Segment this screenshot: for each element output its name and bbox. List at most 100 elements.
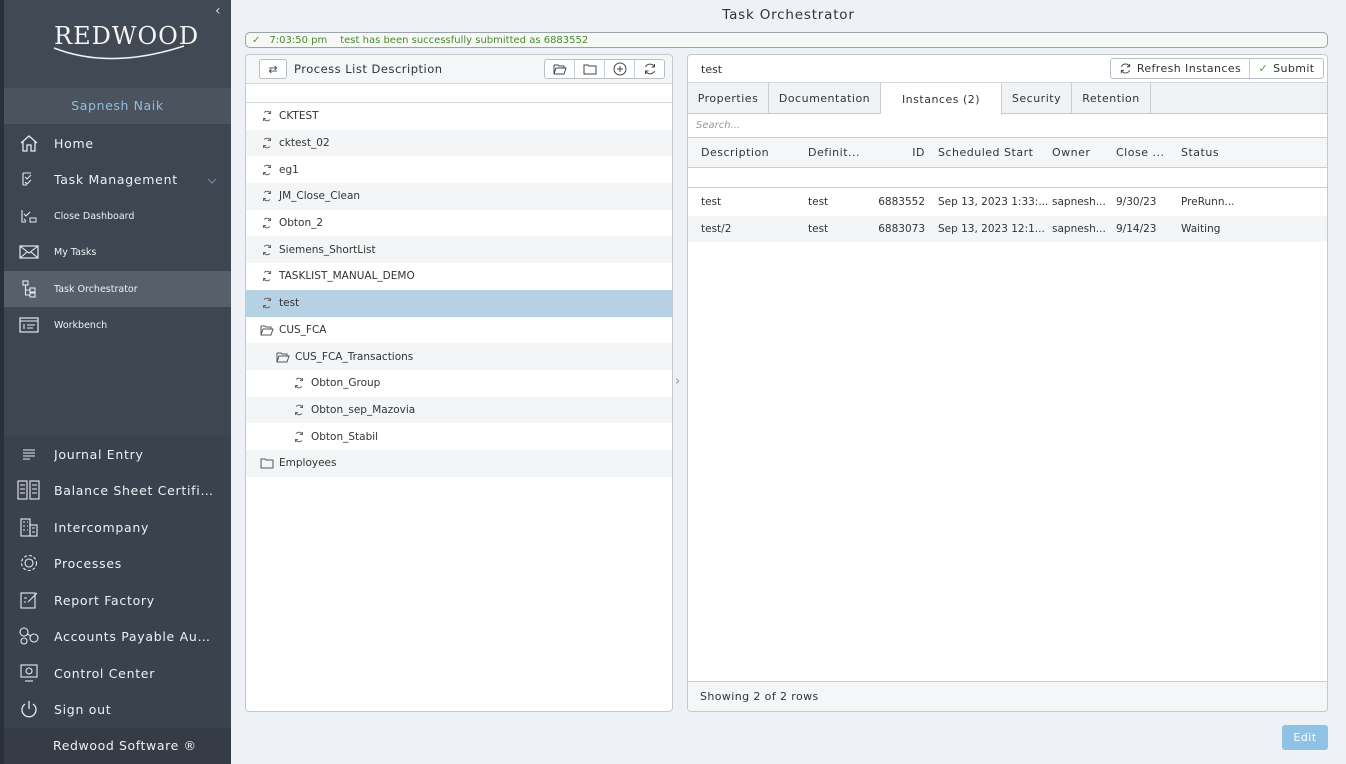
success-notification: ✓ 7:03:50 pm test has been successfully …: [245, 32, 1328, 48]
nav-balance-sheet[interactable]: Balance Sheet Certificati: [4, 472, 231, 508]
process-list-toolbar: ⇄ Process List Description: [246, 55, 672, 84]
tree-item[interactable]: Obton_sep_Mazovia: [246, 396, 672, 424]
process-list-panel: ⇄ Process List Description CKTEST cktest_…: [245, 54, 673, 712]
folder-open-icon: [553, 64, 567, 75]
nav-sign-out-label: Sign out: [54, 701, 112, 717]
detail-title: test: [701, 63, 723, 76]
tree-item-label: CUS_FCA_Transactions: [295, 350, 414, 363]
tree-item[interactable]: CKTEST: [246, 103, 672, 130]
nav-balance-sheet-label: Balance Sheet Certificati: [54, 482, 214, 498]
process-tree: CKTEST cktest_02 eg1 JM_Close_Clean Obton_2 S…: [246, 102, 672, 477]
close-dashboard-icon: [4, 208, 54, 224]
gear-icon: [4, 553, 54, 573]
instances-search-input[interactable]: [696, 120, 1296, 131]
add-button[interactable]: [605, 60, 635, 78]
tree-item[interactable]: Employees: [246, 449, 672, 477]
tree-item-label: TASKLIST_MANUAL_DEMO: [279, 270, 415, 283]
refresh-instances-button[interactable]: Refresh Instances: [1111, 59, 1250, 78]
folder-open-icon: [276, 351, 290, 363]
workbench-icon: [4, 317, 54, 333]
tree-item-label: eg1: [279, 163, 299, 176]
col-definition[interactable]: Definit...: [808, 138, 868, 167]
open-folder-button[interactable]: [545, 60, 575, 78]
buildings-icon: [4, 517, 54, 537]
tree-item[interactable]: CUS_FCA: [246, 317, 672, 344]
nav-task-management[interactable]: Task Management: [4, 161, 231, 197]
user-name[interactable]: Sapnesh Naik: [4, 88, 231, 124]
tree-item[interactable]: Siemens_ShortList: [246, 236, 672, 264]
tab-properties[interactable]: Properties: [688, 83, 769, 114]
col-status[interactable]: Status: [1181, 138, 1251, 167]
logo-swoosh-icon: [53, 45, 185, 60]
nav-journal-entry[interactable]: Journal Entry: [4, 436, 231, 472]
table-row[interactable]: test test 6883552 Sep 13, 2023 1:33:... …: [688, 189, 1327, 216]
col-owner[interactable]: Owner: [1052, 138, 1112, 167]
table-row[interactable]: test/2 test 6883073 Sep 13, 2023 12:1...…: [688, 215, 1327, 242]
submit-label: Submit: [1273, 62, 1315, 75]
folder-icon: [260, 457, 274, 469]
nav-my-tasks[interactable]: My Tasks: [4, 234, 231, 270]
control-center-icon: [4, 664, 54, 682]
nav-control-center[interactable]: Control Center: [4, 655, 231, 691]
nav-sign-out[interactable]: Sign out: [4, 691, 231, 727]
report-edit-icon: [4, 590, 54, 610]
col-description[interactable]: Description: [701, 138, 801, 167]
nav-accounts-payable[interactable]: Accounts Payable Autom...: [4, 618, 231, 654]
tree-item-label: test: [279, 297, 300, 310]
nav-workbench[interactable]: Workbench: [4, 307, 231, 343]
tree-item[interactable]: CUS_FCA_Transactions: [246, 343, 672, 370]
nav-close-dashboard[interactable]: Close Dashboard: [4, 198, 231, 234]
refresh-tree-button[interactable]: [635, 60, 664, 78]
nav-processes[interactable]: Processes: [4, 545, 231, 581]
tree-item-label: cktest_02: [279, 137, 330, 150]
tab-documentation[interactable]: Documentation: [769, 83, 881, 114]
collapse-sidebar-icon[interactable]: ‹: [215, 3, 221, 19]
cell-close: 9/30/23: [1116, 196, 1157, 209]
sidebar-footer: Redwood Software ®: [4, 728, 231, 764]
task-checklist-icon: [4, 171, 54, 187]
tree-item[interactable]: cktest_02: [246, 129, 672, 157]
envelope-icon: [4, 245, 54, 259]
tree-item[interactable]: test: [246, 289, 672, 317]
tree-item-label: Obton_2: [279, 217, 324, 230]
process-cycle-icon: [260, 190, 274, 202]
col-scheduled-start[interactable]: Scheduled Start: [938, 138, 1048, 167]
col-close[interactable]: Close ...: [1116, 138, 1176, 167]
refresh-icon: [1119, 62, 1132, 75]
cell-scheduled-start: Sep 13, 2023 12:1...: [938, 222, 1045, 235]
tree-item[interactable]: TASKLIST_MANUAL_DEMO: [246, 263, 672, 290]
nav-home-label: Home: [54, 135, 94, 151]
nav-task-orchestrator[interactable]: Task Orchestrator: [4, 271, 231, 307]
tab-retention[interactable]: Retention: [1072, 83, 1151, 114]
tree-item-label: JM_Close_Clean: [279, 190, 361, 203]
tab-instances[interactable]: Instances (2): [881, 83, 1002, 115]
nav-report-factory[interactable]: Report Factory: [4, 582, 231, 618]
tree-item[interactable]: Obton_Group: [246, 370, 672, 397]
nav-control-center-label: Control Center: [54, 665, 156, 681]
chevron-down-icon[interactable]: [207, 174, 217, 187]
nav-workbench-label: Workbench: [54, 319, 108, 331]
panel-splitter-chevron-icon[interactable]: ›: [675, 374, 680, 389]
tree-item-label: CUS_FCA: [279, 323, 327, 336]
sort-toggle-button[interactable]: ⇄: [259, 59, 287, 79]
swap-arrows-icon: ⇄: [268, 62, 278, 76]
nav-report-factory-label: Report Factory: [54, 592, 155, 608]
process-cycle-icon: [260, 164, 274, 176]
new-folder-button[interactable]: [575, 60, 605, 78]
tab-security[interactable]: Security: [1002, 83, 1072, 114]
tree-item[interactable]: Obton_Stabil: [246, 423, 672, 450]
submit-button[interactable]: ✓ Submit: [1250, 59, 1323, 78]
nav-processes-label: Processes: [54, 555, 122, 571]
tree-item[interactable]: eg1: [246, 156, 672, 183]
col-id[interactable]: ID: [878, 138, 925, 167]
balance-sheet-icon: [4, 480, 54, 500]
tree-item[interactable]: Obton_2: [246, 210, 672, 237]
main-area: Task Orchestrator ✓ 7:03:50 pm test has …: [231, 0, 1346, 764]
nav-intercompany[interactable]: Intercompany: [4, 509, 231, 545]
edit-button[interactable]: Edit: [1282, 725, 1328, 750]
nav-home[interactable]: Home: [4, 125, 231, 161]
tree-item[interactable]: JM_Close_Clean: [246, 183, 672, 210]
cell-description: test/2: [701, 222, 732, 235]
nav-close-dashboard-label: Close Dashboard: [54, 210, 135, 222]
journal-lines-icon: [4, 448, 54, 460]
